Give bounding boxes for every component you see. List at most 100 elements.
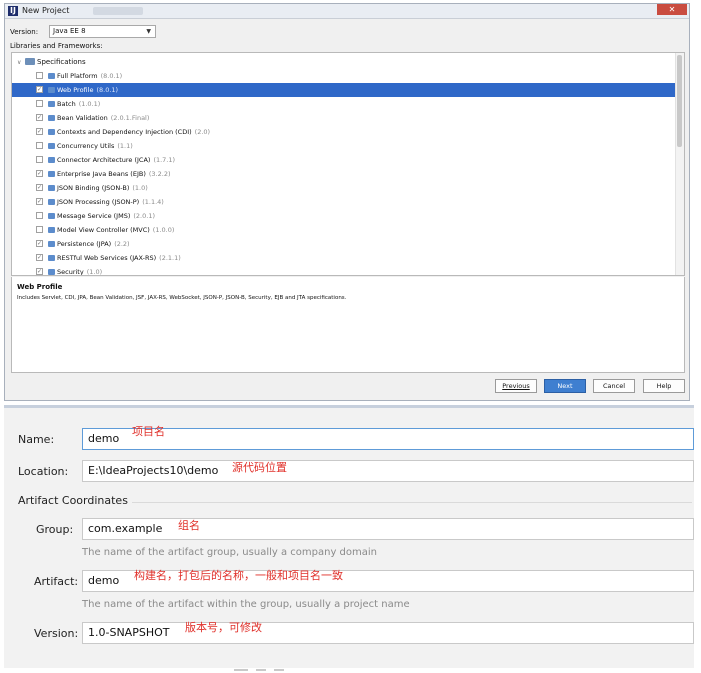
tree-item-label: JSON Binding (JSON-B) [57, 184, 130, 192]
version-dropdown-value: Java EE 8 [53, 27, 86, 35]
dialog-title: New Project [22, 6, 70, 15]
artifact-field-value: demo [88, 574, 120, 587]
tree-item[interactable]: ✓ Security (1.0) [12, 265, 677, 276]
checkbox-checked[interactable]: ✓ [36, 128, 43, 135]
tree-item-version: (1.0) [86, 268, 103, 276]
checkbox[interactable] [36, 156, 43, 163]
tree-item-version: (1.0.1) [78, 100, 101, 108]
artifact-coordinates-title: Artifact Coordinates [18, 494, 128, 507]
tree-item-label: Security [57, 268, 84, 276]
location-field[interactable]: E:\IdeaProjects10\demo [82, 460, 694, 482]
tree-item[interactable]: ✓ Contexts and Dependency Injection (CDI)… [12, 125, 677, 139]
project-settings-form: Name: demo 项目名 Location: E:\IdeaProjects… [4, 405, 694, 671]
version-field[interactable]: 1.0-SNAPSHOT [82, 622, 694, 644]
library-icon [48, 199, 55, 205]
artifact-annotation: 构建名，打包后的名称，一般和项目名一致 [134, 569, 343, 582]
tree-item[interactable]: Connector Architecture (JCA) (1.7.1) [12, 153, 677, 167]
tree-item-label: Web Profile [57, 86, 94, 94]
cancel-button[interactable]: Cancel [593, 379, 635, 393]
tree-item-version: (2.2) [114, 240, 130, 248]
tree-item-label: Enterprise Java Beans (EJB) [57, 170, 146, 178]
tree-item-version: (2.1.1) [159, 254, 181, 262]
tree-item[interactable]: Full Platform (8.0.1) [12, 69, 677, 83]
folder-icon [25, 58, 35, 65]
tree-item-version: (2.0.1.Final) [110, 114, 150, 122]
tree-item-version: (2.0.1) [133, 212, 155, 220]
blurred-title-area [93, 7, 143, 15]
library-icon [48, 255, 55, 261]
group-field-value: com.example [88, 522, 163, 535]
tree-item[interactable]: Model View Controller (MVC) (1.0.0) [12, 223, 677, 237]
tree-scrollbar-thumb[interactable] [677, 55, 682, 147]
library-icon [48, 241, 55, 247]
location-label: Location: [18, 465, 69, 478]
checkbox-checked[interactable]: ✓ [36, 254, 43, 261]
tree-item[interactable]: ✓ JSON Processing (JSON-P) (1.1.4) [12, 195, 677, 209]
checkbox[interactable] [36, 100, 43, 107]
new-project-dialog: IJ New Project ✕ Version: Java EE 8 ▼ Li… [4, 3, 690, 401]
description-panel: Web Profile Includes Servlet, CDI, JPA, … [11, 277, 685, 373]
tree-item-version: (1.1) [117, 142, 133, 150]
tree-scrollbar[interactable] [675, 53, 684, 275]
tree-item-version: (1.7.1) [153, 156, 176, 164]
tree-item[interactable]: Batch (1.0.1) [12, 97, 677, 111]
tree-item-label: Connector Architecture (JCA) [57, 156, 151, 164]
library-icon [48, 213, 55, 219]
tree-item[interactable]: Concurrency Utils (1.1) [12, 139, 677, 153]
description-title: Web Profile [17, 283, 63, 291]
artifact-hint: The name of the artifact within the grou… [82, 599, 410, 610]
close-icon[interactable]: ✕ [657, 4, 687, 15]
checkbox-checked[interactable]: ✓ [36, 268, 43, 275]
group-label: Group: [36, 523, 74, 536]
checkbox-checked[interactable]: ✓ [36, 184, 43, 191]
tree-item[interactable]: ✓ Web Profile (8.0.1) [12, 83, 677, 97]
tree-item[interactable]: ✓ Enterprise Java Beans (EJB) (3.2.2) [12, 167, 677, 181]
checkbox-checked[interactable]: ✓ [36, 198, 43, 205]
library-icon [48, 157, 55, 163]
checkbox-checked[interactable]: ✓ [36, 86, 43, 93]
name-field[interactable]: demo [82, 428, 694, 450]
tree-item-label: Batch [57, 100, 76, 108]
version-annotation: 版本号，可修改 [185, 621, 262, 634]
checkbox[interactable] [36, 72, 43, 79]
artifact-label: Artifact: [34, 575, 79, 588]
group-annotation: 组名 [178, 519, 200, 532]
section-divider [132, 502, 692, 503]
tree-item-version: (1.0.0) [152, 226, 175, 234]
tree-item[interactable]: ✓ JSON Binding (JSON-B) (1.0) [12, 181, 677, 195]
tree-item-label: Full Platform [57, 72, 98, 80]
checkbox-checked[interactable]: ✓ [36, 114, 43, 121]
checkbox[interactable] [36, 212, 43, 219]
version-dropdown[interactable]: Java EE 8 ▼ [49, 25, 156, 38]
library-icon [48, 171, 55, 177]
chevron-down-icon[interactable]: ∨ [17, 58, 25, 68]
tree-item-label: Contexts and Dependency Injection (CDI) [57, 128, 192, 136]
help-button[interactable]: Help [643, 379, 685, 393]
group-field[interactable]: com.example [82, 518, 694, 540]
tree-item-version: (3.2.2) [148, 170, 171, 178]
checkbox[interactable] [36, 226, 43, 233]
checkbox-checked[interactable]: ✓ [36, 240, 43, 247]
tree-root-specifications[interactable]: ∨ Specifications [17, 57, 86, 67]
chevron-down-icon: ▼ [146, 28, 151, 35]
library-icon [48, 185, 55, 191]
tree-item-label: Model View Controller (MVC) [57, 226, 150, 234]
title-bar: IJ New Project ✕ [5, 4, 689, 19]
tree-item[interactable]: ✓ RESTful Web Services (JAX-RS) (2.1.1) [12, 251, 677, 265]
tree-item-label: JSON Processing (JSON-P) [57, 198, 140, 206]
tree-rows: Full Platform (8.0.1) ✓ Web Profile (8.0.1) B… [12, 69, 677, 276]
decorative-dots [234, 669, 284, 671]
tree-item-version: (8.0.1) [96, 86, 119, 94]
name-annotation: 项目名 [132, 425, 165, 438]
previous-button[interactable]: Previous [495, 379, 537, 393]
tree-item[interactable]: Message Service (JMS) (2.0.1) [12, 209, 677, 223]
tree-item[interactable]: ✓ Persistence (JPA) (2.2) [12, 237, 677, 251]
checkbox[interactable] [36, 142, 43, 149]
tree-item[interactable]: ✓ Bean Validation (2.0.1.Final) [12, 111, 677, 125]
next-button[interactable]: Next [544, 379, 586, 393]
tree-item-label: Bean Validation [57, 114, 108, 122]
location-field-value: E:\IdeaProjects10\demo [88, 464, 219, 477]
libraries-tree: ∨ Specifications Full Platform (8.0.1) ✓ Web… [11, 52, 685, 276]
tree-item-label: Concurrency Utils [57, 142, 115, 150]
checkbox-checked[interactable]: ✓ [36, 170, 43, 177]
